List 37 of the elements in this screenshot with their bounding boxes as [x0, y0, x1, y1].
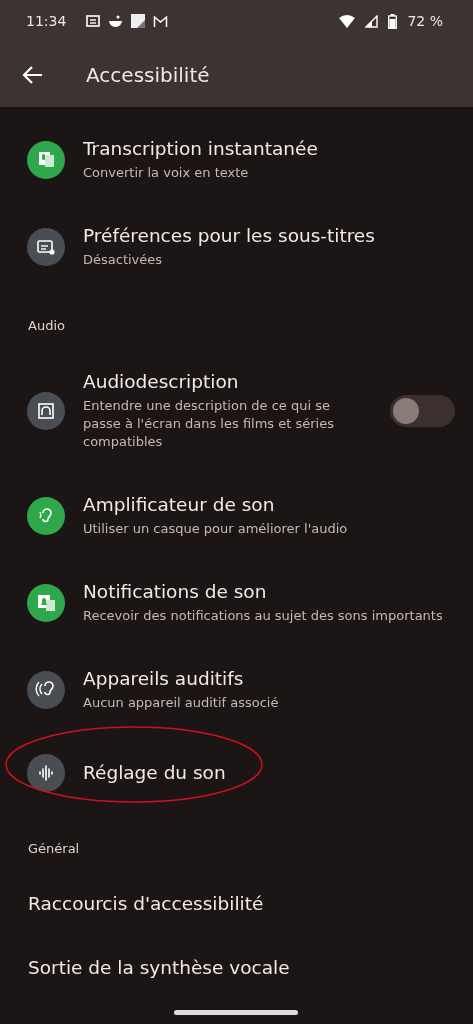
- item-title: Raccourcis d'accessibilité: [28, 892, 265, 916]
- settings-item[interactable]: Appareils auditifs Aucun appareil auditif associé: [0, 646, 473, 733]
- item-subtitle: Désactivées: [83, 251, 164, 269]
- item-title: Réglage du son: [83, 761, 227, 785]
- item-title: Appareils auditifs: [83, 667, 245, 691]
- item-title: Transcription instantanée: [83, 137, 319, 161]
- settings-item[interactable]: Audiodescription Entendre une description de ce qui se passe à l'écran dans les films et séries compatibles: [0, 349, 473, 472]
- settings-item[interactable]: Transcription instantanée Convertir la voix en texte: [0, 116, 473, 203]
- note-icon: [131, 14, 146, 28]
- bowl-icon: [108, 14, 124, 28]
- settings-item[interactable]: Réglage du son: [0, 733, 473, 813]
- screen-title: Accessibilité: [86, 62, 210, 87]
- item-subtitle: Aucun appareil auditif associé: [83, 694, 280, 712]
- wifi-icon: [339, 14, 356, 28]
- item-subtitle: Recevoir des notifications au sujet des sons importants: [83, 607, 444, 625]
- settings-item[interactable]: Préférences pour les sous-titres Désactivées: [0, 203, 473, 290]
- settings-item[interactable]: Notifications de son Recevoir des notifications au sujet des sons importants: [0, 559, 473, 646]
- item-title: Préférences pour les sous-titres: [83, 224, 376, 248]
- toggle-switch[interactable]: [390, 394, 455, 427]
- battery-level: 72 %: [407, 13, 443, 29]
- signal-icon: [365, 14, 379, 28]
- section-heading: Audio: [27, 317, 66, 335]
- item-subtitle: Entendre une description de ce qui se passe à l'écran dans les films et séries compatibles: [83, 397, 335, 451]
- status-time: 11:34: [26, 13, 67, 29]
- mail-icon: [153, 14, 169, 28]
- settings-item[interactable]: Sortie de la synthèse vocale: [0, 936, 473, 1000]
- item-title: Notifications de son: [83, 580, 268, 604]
- settings-item[interactable]: Raccourcis d'accessibilité: [0, 872, 473, 936]
- item-title: Audiodescription: [83, 370, 240, 394]
- settings-item[interactable]: Amplificateur de son Utiliser un casque pour améliorer l'audio: [0, 472, 473, 559]
- item-title: Amplificateur de son: [83, 493, 276, 517]
- section-heading: Général: [27, 840, 81, 858]
- item-title: Sortie de la synthèse vocale: [28, 956, 291, 980]
- item-subtitle: Utiliser un casque pour améliorer l'audio: [83, 520, 349, 538]
- battery-icon: [388, 13, 398, 29]
- message-icon: [86, 14, 101, 28]
- item-subtitle: Convertir la voix en texte: [83, 164, 250, 182]
